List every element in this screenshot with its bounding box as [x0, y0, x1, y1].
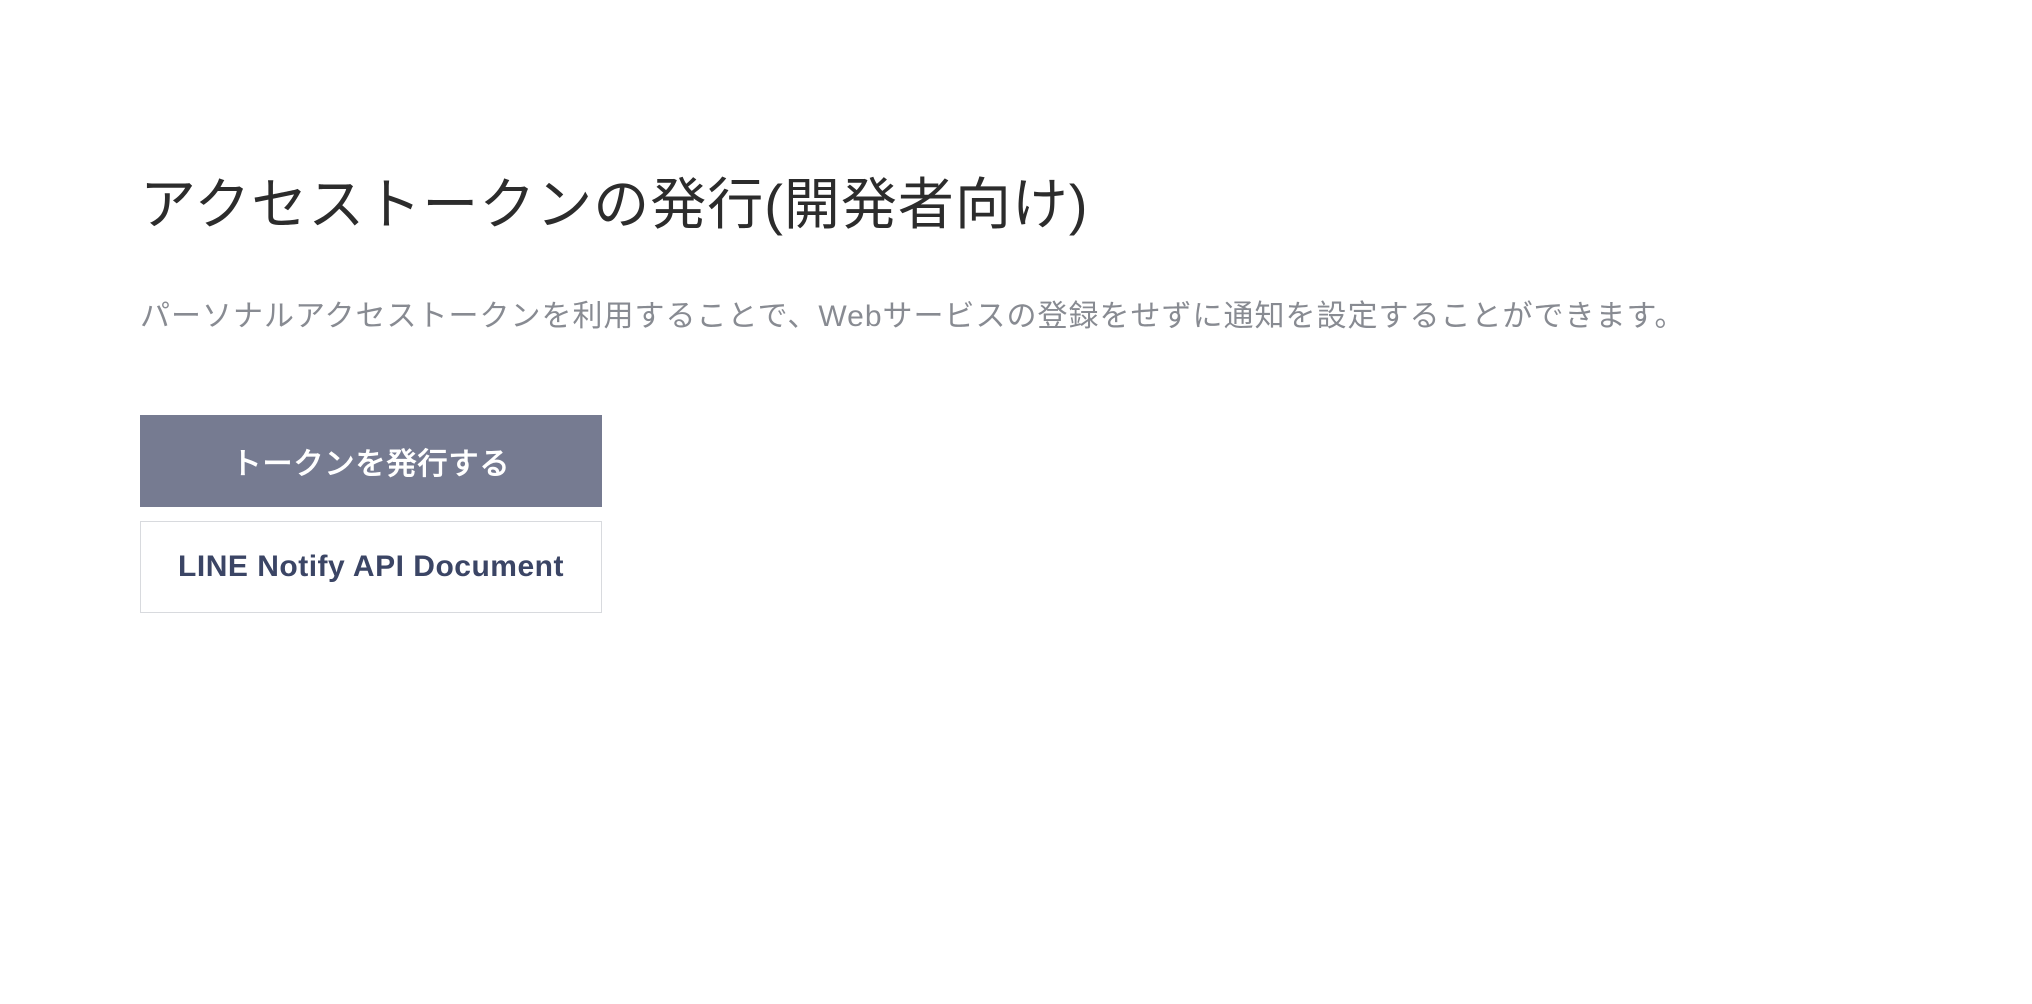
description-text: パーソナルアクセストークンを利用することで、Webサービスの登録をせずに通知を設… [140, 291, 2032, 335]
api-document-link[interactable]: LINE Notify API Document [140, 521, 602, 613]
button-group: トークンを発行する LINE Notify API Document [140, 415, 602, 613]
main-container: アクセストークンの発行(開発者向け) パーソナルアクセストークンを利用することで… [0, 0, 2032, 613]
issue-token-button[interactable]: トークンを発行する [140, 415, 602, 507]
page-title: アクセストークンの発行(開発者向け) [140, 160, 2032, 241]
